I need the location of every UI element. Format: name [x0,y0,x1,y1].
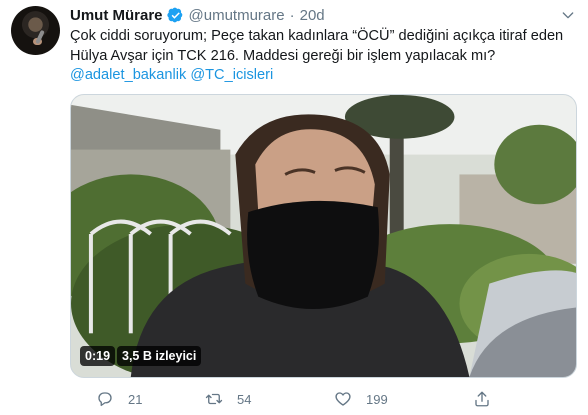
tweet-text: Çok ciddi soruyorum; Peçe takan kadınlar… [70,27,578,86]
reply-icon [98,392,112,407]
author-handle[interactable]: @umutmurare [189,7,285,24]
video-views: 3,5 B izleyici [117,346,202,366]
video-duration: 0:19 [80,346,116,366]
like-button[interactable]: 199 [334,388,388,410]
mentions-line: @adalet_bakanlik @TC_icisleri [70,66,578,86]
video-thumbnail [71,95,576,377]
tweet[interactable]: Umut Mürare @umutmurare · 20d Çok ciddi … [0,0,588,415]
tweet-text-line-2: Hülya Avşar için TCK 216. Maddesi gereği… [70,47,496,64]
avatar[interactable] [11,6,60,55]
chevron-down-icon[interactable] [560,7,576,23]
share-icon [475,391,489,407]
tweet-text-line-1: Çok ciddi soruyorum; Peçe takan kadınlar… [70,28,564,44]
separator-dot: · [289,6,295,24]
retweet-button[interactable]: 54 [205,388,251,410]
share-button[interactable] [473,388,491,410]
reply-count: 21 [128,391,143,407]
mention-tc-icisleri[interactable]: @TC_icisleri [190,67,273,83]
mention-adalet-bakanlik[interactable]: @adalet_bakanlik [70,67,186,83]
tweet-actions: 21 54 199 [70,388,570,410]
verified-badge-icon [166,7,182,22]
retweet-icon [205,393,223,405]
retweet-count: 54 [237,391,252,407]
tweet-timestamp[interactable]: 20d [300,7,325,24]
heart-icon [335,392,351,406]
video-player[interactable]: 0:19 3,5 B izleyici [70,94,577,378]
author-name[interactable]: Umut Mürare [70,7,163,24]
tweet-header: Umut Mürare @umutmurare · 20d [70,5,325,25]
reply-button[interactable]: 21 [96,388,142,410]
like-count: 199 [366,391,388,407]
